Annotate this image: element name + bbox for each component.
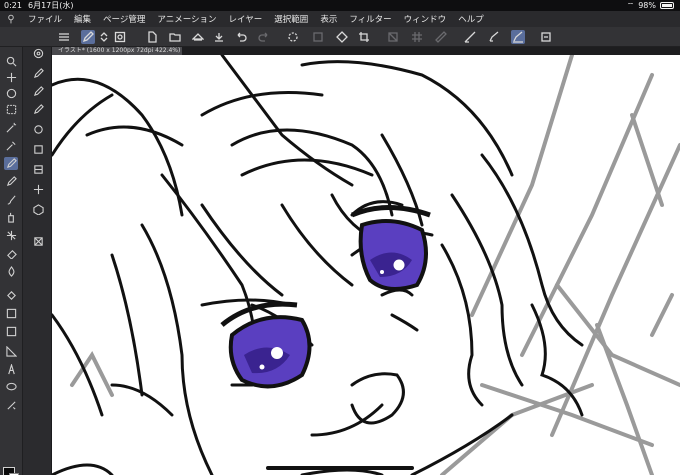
subtool-4-icon[interactable] — [31, 103, 45, 116]
shape-icon[interactable] — [4, 325, 18, 338]
black-line-art — [52, 55, 584, 475]
status-time: 0:21 — [4, 1, 22, 10]
home-indicator[interactable] — [266, 466, 414, 470]
menu-filter[interactable]: フィルター — [343, 13, 397, 25]
menu-view[interactable]: 表示 — [314, 13, 343, 25]
status-date: 6月17日(水) — [28, 1, 74, 10]
subtool-2-icon[interactable] — [31, 67, 45, 80]
menu-selection[interactable]: 選択範囲 — [268, 13, 314, 25]
pen-icon[interactable] — [4, 157, 18, 170]
battery-icon — [660, 2, 674, 9]
menu-bar: ⚲ ファイル 編集 ページ管理 アニメーション レイヤー 選択範囲 表示 フィル… — [0, 11, 680, 27]
menu-help[interactable]: ヘルプ — [452, 13, 490, 25]
pen-mode-icon[interactable] — [81, 30, 95, 44]
ruler-icon[interactable] — [4, 345, 18, 358]
tool-palette — [0, 47, 23, 475]
pencil-icon[interactable] — [4, 175, 18, 188]
subtool-6-icon[interactable] — [31, 143, 45, 156]
menu-layer[interactable]: レイヤー — [223, 13, 269, 25]
stabilizer-icon[interactable] — [463, 30, 477, 44]
fill-icon[interactable] — [335, 30, 349, 44]
print-icon[interactable] — [191, 30, 205, 44]
brush-icon[interactable] — [4, 193, 18, 206]
eraser-icon[interactable] — [4, 247, 18, 260]
menu-page[interactable]: ページ管理 — [97, 13, 151, 25]
menu-edit[interactable]: 編集 — [68, 13, 97, 25]
pen-pressure-icon[interactable] — [487, 30, 501, 44]
subtool-palette — [23, 47, 52, 475]
battery-percent: 98% — [638, 1, 656, 10]
settings-icon[interactable] — [539, 30, 553, 44]
export-icon[interactable] — [212, 30, 226, 44]
left-eye — [220, 301, 312, 389]
move-icon[interactable] — [4, 71, 18, 84]
subtool-8-icon[interactable] — [31, 183, 45, 196]
subtool-10-icon[interactable] — [31, 235, 45, 248]
zoom-icon[interactable] — [4, 55, 18, 68]
redo-icon[interactable] — [257, 30, 271, 44]
correction-icon[interactable] — [4, 399, 18, 412]
command-bar — [0, 27, 680, 47]
blend-icon[interactable] — [4, 265, 18, 278]
subtool-1-icon[interactable] — [31, 47, 45, 60]
text-icon[interactable] — [4, 363, 18, 376]
select-rect-icon[interactable] — [4, 103, 18, 116]
subtool-5-icon[interactable] — [31, 123, 45, 136]
subtool-7-icon[interactable] — [31, 163, 45, 176]
ruler-icon[interactable] — [434, 30, 448, 44]
subtool-9-icon[interactable] — [31, 203, 45, 216]
status-bar: 0:21 6月17日(水) ⌔ 98% — [0, 0, 680, 11]
line-art — [52, 55, 680, 475]
loading-icon — [286, 30, 300, 44]
snap-icon[interactable] — [113, 30, 127, 44]
active-pen-icon[interactable] — [511, 30, 525, 44]
right-eye — [351, 205, 431, 291]
status-right: ⌔ 98% — [627, 0, 674, 11]
scroll-arrows-icon[interactable] — [97, 30, 111, 44]
fill-icon[interactable] — [4, 289, 18, 302]
transform-icon[interactable] — [311, 30, 325, 44]
crop-icon[interactable] — [357, 30, 371, 44]
clear-icon[interactable] — [386, 30, 400, 44]
airbrush-icon[interactable] — [4, 211, 18, 224]
magic-wand-icon[interactable] — [4, 121, 18, 134]
balloon-icon[interactable] — [4, 381, 18, 394]
grid-icon[interactable] — [410, 30, 424, 44]
subtool-3-icon[interactable] — [31, 85, 45, 98]
open-icon[interactable] — [168, 30, 182, 44]
drawing-canvas[interactable] — [52, 55, 680, 475]
undo-icon[interactable] — [234, 30, 248, 44]
wifi-icon: ⌔ — [626, 1, 635, 10]
gradient-icon[interactable] — [4, 307, 18, 320]
document-tab[interactable]: イラスト* (1600 x 1200px 72dpi 422.4%) — [52, 47, 182, 55]
new-page-icon[interactable] — [145, 30, 159, 44]
menu-file[interactable]: ファイル — [22, 13, 68, 25]
app-logo-icon[interactable]: ⚲ — [0, 14, 22, 25]
decoration-icon[interactable] — [4, 229, 18, 242]
eyedropper-icon[interactable] — [4, 139, 18, 152]
navigator-icon[interactable] — [4, 87, 18, 100]
menu-icon[interactable] — [57, 30, 71, 44]
menu-animation[interactable]: アニメーション — [151, 13, 222, 25]
menu-window[interactable]: ウィンドウ — [398, 13, 453, 25]
